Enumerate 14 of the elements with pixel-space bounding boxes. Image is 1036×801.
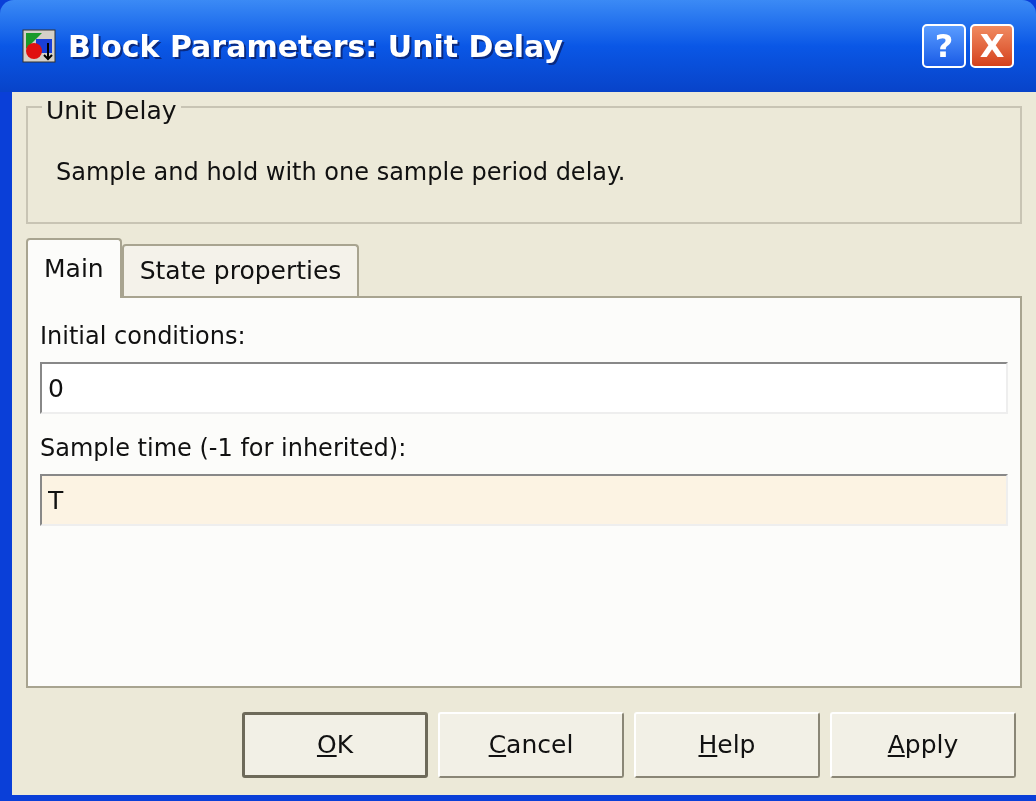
field-label: Initial conditions: xyxy=(40,321,247,352)
description-text: Sample and hold with one sample period delay. xyxy=(56,158,626,186)
window-title: Block Parameters: Unit Delay xyxy=(68,27,564,66)
tab[interactable]: Main xyxy=(26,238,122,298)
dialog-button[interactable]: Help xyxy=(634,712,820,778)
input-field[interactable]: T xyxy=(40,474,1008,526)
field-label: Sample time (-1 for inherited): xyxy=(40,433,408,464)
dialog-button[interactable]: Cancel xyxy=(438,712,624,778)
dialog-button[interactable]: OK xyxy=(242,712,428,778)
block-diagram-icon xyxy=(22,29,56,63)
tab[interactable]: State properties xyxy=(121,244,360,296)
dialog-button[interactable]: Apply xyxy=(830,712,1016,778)
input-field[interactable]: 0 xyxy=(40,362,1008,414)
help-button[interactable]: ? xyxy=(922,24,966,68)
